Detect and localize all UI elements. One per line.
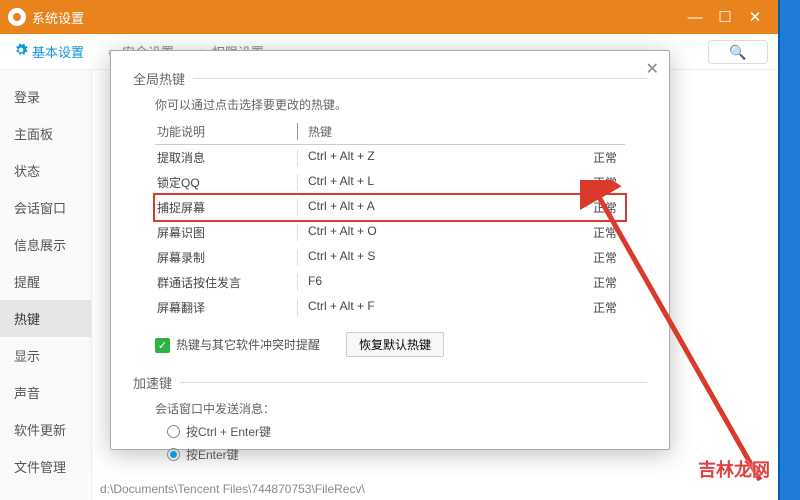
maximize-button[interactable]: ☐ <box>710 8 740 26</box>
radio-ctrl-enter[interactable]: 按Ctrl + Enter键 <box>167 423 647 440</box>
hotkey-row[interactable]: 提取消息Ctrl + Alt + Z正常 <box>155 145 625 170</box>
sidebar-item-chat[interactable]: 会话窗口 <box>0 189 91 226</box>
tab-basic[interactable]: 基本设置 <box>14 42 84 61</box>
app-icon <box>8 8 26 26</box>
hotkey-row[interactable]: 群通话按住发言F6正常 <box>155 270 625 295</box>
hotkey-hint: 你可以通过点击选择要更改的热键。 <box>155 96 647 113</box>
sidebar-item-files[interactable]: 文件管理 <box>0 448 91 485</box>
sidebar-item-mainpanel[interactable]: 主面板 <box>0 115 91 152</box>
watermark: 吉林龙网 <box>698 456 770 482</box>
sidebar-item-status[interactable]: 状态 <box>0 152 91 189</box>
radio-icon <box>167 448 180 461</box>
sidebar-item-info[interactable]: 信息展示 <box>0 226 91 263</box>
accel-section: 加速键 <box>133 373 647 392</box>
check-icon: ✓ <box>155 338 170 353</box>
hotkey-row[interactable]: 屏幕翻译Ctrl + Alt + F正常 <box>155 295 625 320</box>
sidebar-item-notify[interactable]: 提醒 <box>0 263 91 300</box>
minimize-button[interactable]: — <box>680 9 710 26</box>
hotkey-table: 功能说明 热键 提取消息Ctrl + Alt + Z正常 锁定QQCtrl + … <box>155 119 625 320</box>
conflict-checkbox[interactable]: ✓热键与其它软件冲突时提醒 <box>155 336 320 353</box>
titlebar: 系统设置 — ☐ ✕ <box>0 0 778 34</box>
global-hotkey-section: 全局热键 <box>133 69 647 88</box>
sidebar-item-hotkey[interactable]: 热键 <box>0 300 91 337</box>
sidebar-item-display[interactable]: 显示 <box>0 337 91 374</box>
dialog-close-button[interactable]: ✕ <box>646 59 659 79</box>
hotkey-row[interactable]: 屏幕录制Ctrl + Alt + S正常 <box>155 245 625 270</box>
header-function: 功能说明 <box>157 123 297 140</box>
sidebar-item-sound[interactable]: 声音 <box>0 374 91 411</box>
search-input[interactable]: 🔍 <box>708 40 768 64</box>
table-header: 功能说明 热键 <box>155 119 625 145</box>
hotkey-row[interactable]: 屏幕识图Ctrl + Alt + O正常 <box>155 220 625 245</box>
sidebar-item-update[interactable]: 软件更新 <box>0 411 91 448</box>
hotkey-row[interactable]: 锁定QQCtrl + Alt + L正常 <box>155 170 625 195</box>
gear-icon <box>14 43 28 60</box>
close-button[interactable]: ✕ <box>740 8 770 26</box>
header-key: 热键 <box>297 123 507 140</box>
radio-icon <box>167 425 180 438</box>
hotkey-row-screenshot[interactable]: 捕捉屏幕Ctrl + Alt + A正常 <box>153 193 627 222</box>
footer-path: d:\Documents\Tencent Files\744870753\Fil… <box>100 482 365 496</box>
send-label: 会话窗口中发送消息： <box>155 400 647 417</box>
sidebar-item-login[interactable]: 登录 <box>0 78 91 115</box>
radio-enter[interactable]: 按Enter键 <box>167 446 647 463</box>
sidebar: 登录 主面板 状态 会话窗口 信息展示 提醒 热键 显示 声音 软件更新 文件管… <box>0 70 92 500</box>
window-title: 系统设置 <box>32 8 84 27</box>
restore-defaults-button[interactable]: 恢复默认热键 <box>346 332 444 357</box>
search-icon: 🔍 <box>729 44 746 61</box>
hotkey-dialog: ✕ 全局热键 你可以通过点击选择要更改的热键。 功能说明 热键 提取消息Ctrl… <box>110 50 670 450</box>
